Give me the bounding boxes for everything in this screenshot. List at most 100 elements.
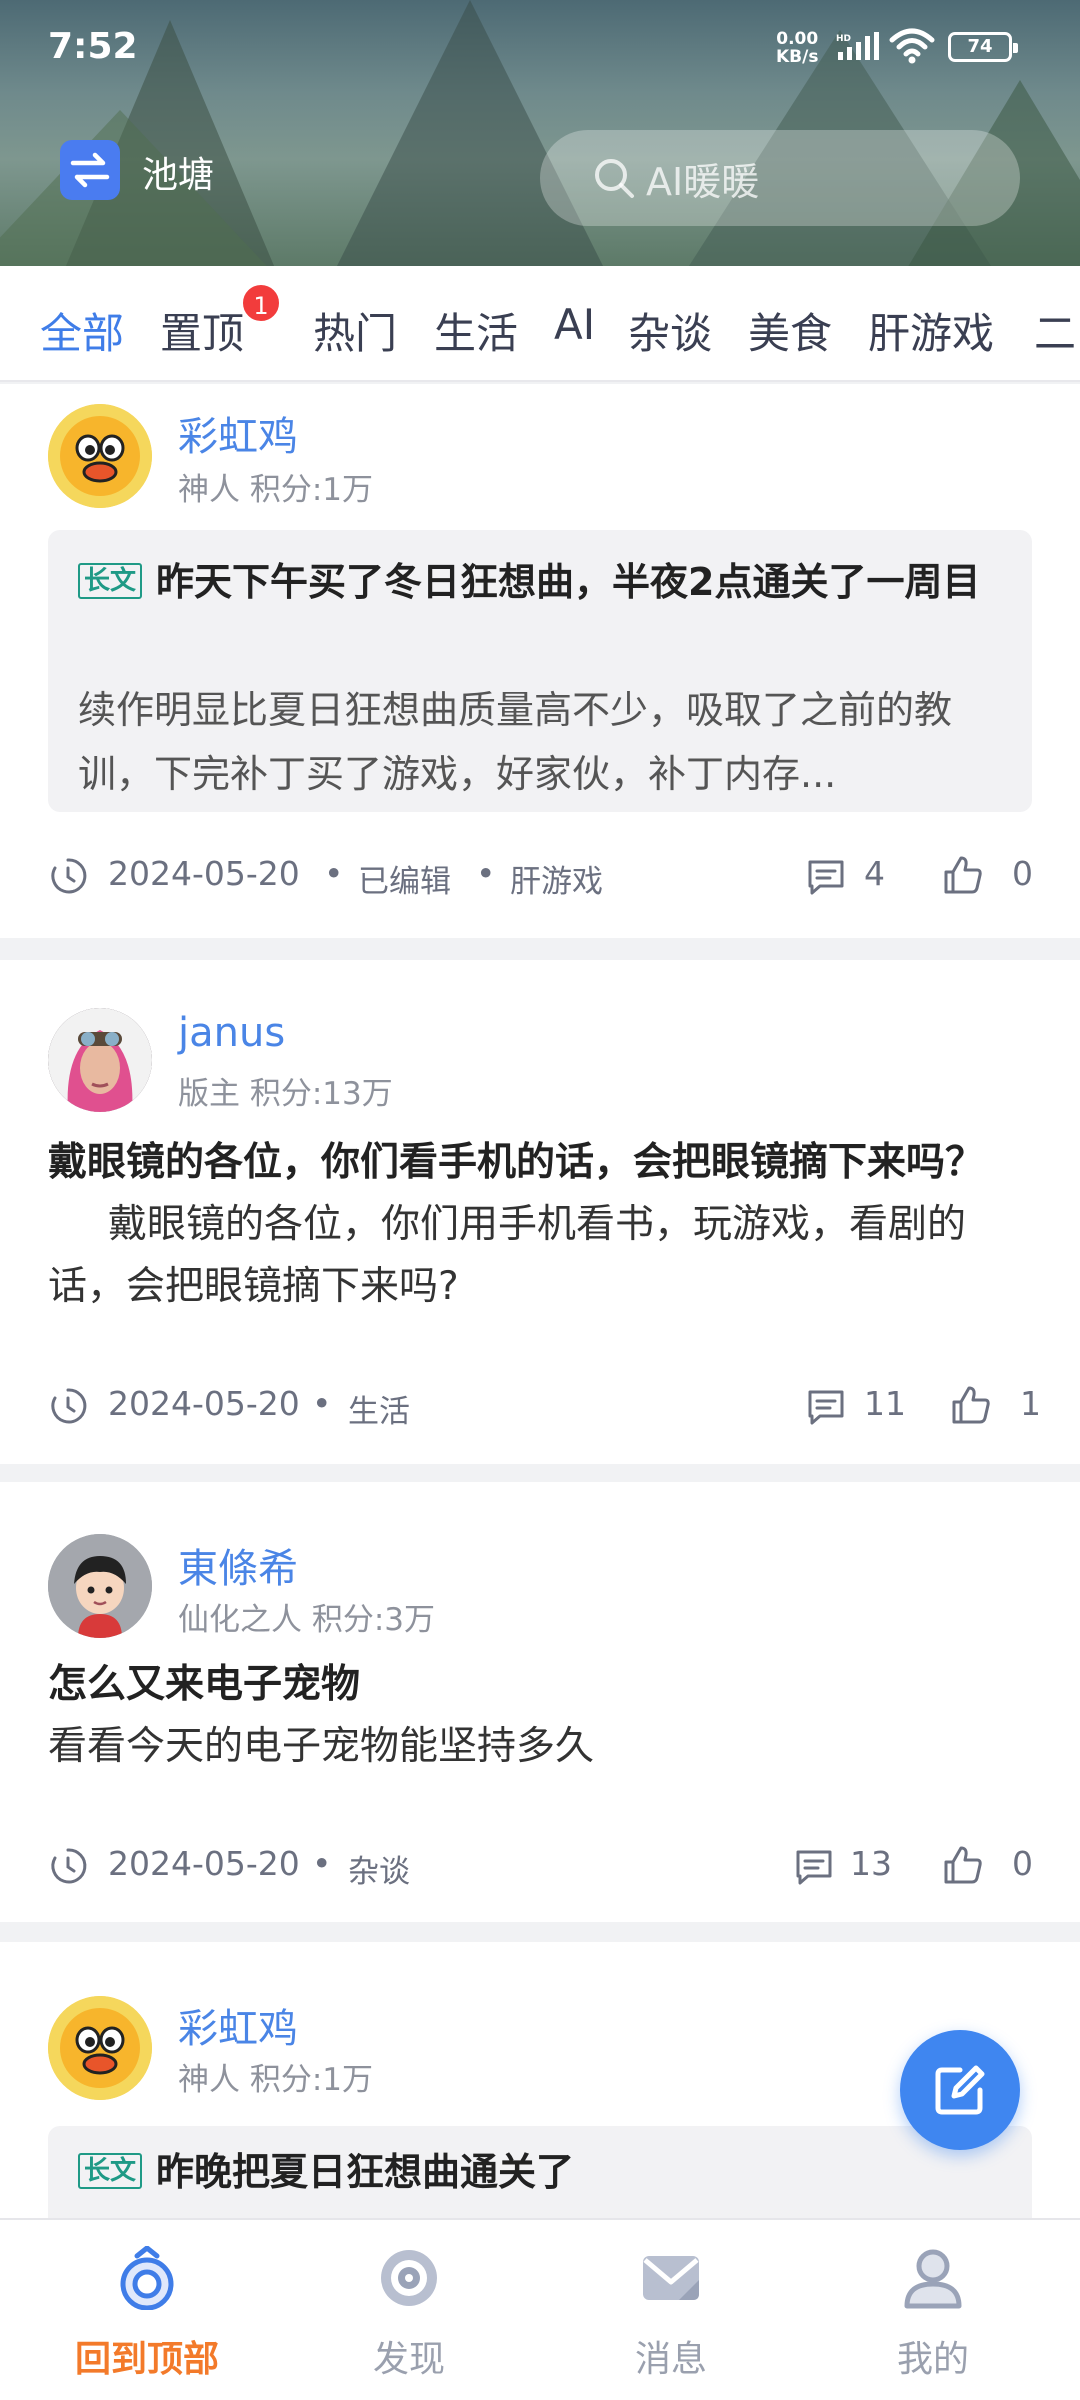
edit-icon	[935, 2065, 985, 2115]
nav-messages[interactable]: 消息	[536, 2220, 806, 2400]
post-title-text: 昨晚把夏日狂想曲通关了	[156, 2150, 575, 2194]
post-footer: 2024-05-20 • 生活 11 1	[48, 1380, 1041, 1432]
app-screen: 7:52 0.00 KB/s HD 74 池塘 AI暖暖 全部 置顶 1 热门 …	[0, 0, 1080, 2400]
search-icon	[595, 159, 634, 198]
post-card[interactable]: 東條希 仙化之人 积分:3万 怎么又来电子宠物 看看今天的电子宠物能坚持多久 2…	[0, 1482, 1080, 1922]
character-avatar-icon	[48, 1008, 152, 1112]
chick-avatar-icon	[48, 404, 152, 508]
post-date: 2024-05-20	[108, 1384, 300, 1423]
comment-count: 11	[864, 1384, 906, 1423]
network-speed: 0.00 KB/s	[776, 30, 818, 66]
comment-count: 4	[864, 854, 885, 893]
post-excerpt[interactable]: 看看今天的电子宠物能坚持多久	[48, 1716, 1032, 1778]
nav-profile[interactable]: 我的	[798, 2220, 1068, 2400]
nav-label: 我的	[896, 2339, 969, 2380]
tab-games[interactable]: 肝游戏	[868, 300, 994, 361]
wifi-icon	[889, 28, 935, 64]
separator-dot: •	[476, 854, 496, 893]
battery-indicator: 74	[948, 32, 1018, 62]
post-footer: 2024-05-20 • 已编辑 • 肝游戏 4 0	[48, 850, 1033, 902]
author-meta: 仙化之人 积分:3万	[178, 1602, 436, 1638]
like-icon[interactable]	[950, 1384, 992, 1426]
author-name[interactable]: 彩虹鸡	[178, 404, 298, 462]
like-icon[interactable]	[942, 1844, 984, 1886]
avatar[interactable]	[48, 1534, 152, 1638]
post-card[interactable]: janus 版主 积分:13万 戴眼镜的各位，你们看手机的话，会把眼镜摘下来吗？…	[0, 960, 1080, 1464]
tab-life[interactable]: 生活	[434, 300, 518, 361]
tab-ai[interactable]: AI	[554, 300, 595, 349]
author-name[interactable]: 彩虹鸡	[178, 1996, 298, 2054]
switch-board-button[interactable]	[60, 140, 120, 200]
like-count: 1	[1020, 1384, 1041, 1423]
pinned-badge: 1	[240, 282, 282, 324]
profile-icon	[904, 2249, 962, 2309]
back-to-top-icon	[120, 2246, 174, 2310]
new-post-button[interactable]	[900, 2030, 1020, 2150]
post-card[interactable]: 彩虹鸡 神人 积分:1万 长文 昨天下午买了冬日狂想曲，半夜2点通关了一周目 续作…	[0, 384, 1080, 938]
post-footer: 2024-05-20 • 杂谈 13 0	[48, 1840, 1033, 1892]
nav-label: 消息	[634, 2339, 707, 2380]
tab-hot[interactable]: 热门	[313, 300, 397, 361]
comment-icon[interactable]	[806, 858, 846, 896]
tab-chat[interactable]: 杂谈	[628, 300, 712, 361]
post-title: 戴眼镜的各位，你们看手机的话，会把眼镜摘下来吗？	[48, 1140, 985, 1185]
post-category[interactable]: 肝游戏	[510, 856, 603, 901]
avatar[interactable]	[48, 1008, 152, 1112]
message-icon	[643, 2256, 699, 2300]
swap-icon	[70, 152, 110, 188]
author-meta: 神人 积分:1万	[178, 2062, 374, 2098]
clock-icon	[51, 1848, 87, 1884]
net-speed-unit: KB/s	[776, 47, 819, 67]
clock-icon	[51, 858, 87, 894]
post-date: 2024-05-20	[108, 1844, 300, 1883]
status-time: 7:52	[48, 26, 138, 67]
avatar[interactable]	[48, 1996, 152, 2100]
cartoon-boy-avatar-icon	[48, 1534, 152, 1638]
comment-icon[interactable]	[794, 1848, 834, 1886]
comment-count: 13	[850, 1844, 892, 1883]
header-banner: 7:52 0.00 KB/s HD 74 池塘 AI暖暖	[0, 0, 1080, 266]
tab-pinned[interactable]: 置顶	[160, 300, 244, 361]
status-bar: 7:52 0.00 KB/s HD 74	[0, 0, 1080, 96]
board-name[interactable]: 池塘	[142, 146, 214, 198]
comment-icon[interactable]	[806, 1388, 846, 1426]
nav-label: 发现	[372, 2339, 445, 2380]
long-post-tag: 长文	[78, 2153, 143, 2189]
nav-back-to-top[interactable]: 回到顶部	[12, 2220, 282, 2400]
post-preview[interactable]: 长文 昨天下午买了冬日狂想曲，半夜2点通关了一周目 续作明显比夏日狂想曲质量高不少…	[48, 530, 1032, 812]
post-category[interactable]: 生活	[348, 1386, 410, 1431]
like-count: 0	[1012, 1844, 1033, 1883]
post-title-text: 昨天下午买了冬日狂想曲，半夜2点通关了一周目	[156, 560, 981, 604]
post-content[interactable]: 戴眼镜的各位，你们看手机的话，会把眼镜摘下来吗？ 戴眼镜的各位，你们用手机看书，玩…	[48, 1132, 1032, 1318]
nav-discover[interactable]: 发现	[274, 2220, 544, 2400]
net-speed-value: 0.00	[776, 29, 819, 49]
author-meta: 神人 积分:1万	[178, 472, 374, 508]
long-post-tag: 长文	[78, 563, 143, 599]
author-name[interactable]: janus	[178, 1010, 285, 1056]
discover-icon	[381, 2250, 437, 2306]
like-icon[interactable]	[942, 854, 984, 896]
like-count: 0	[1012, 854, 1033, 893]
author-meta: 版主 积分:13万	[178, 1076, 393, 1112]
post-excerpt: 戴眼镜的各位，你们用手机看书，玩游戏，看剧的话，会把眼镜摘下来吗?	[48, 1202, 967, 1309]
author-name[interactable]: 東條希	[178, 1536, 298, 1594]
chick-avatar-icon	[48, 1996, 152, 2100]
category-tabs: 全部 置顶 1 热门 生活 AI 杂谈 美食 肝游戏 二	[0, 266, 1080, 382]
search-bar[interactable]: AI暖暖	[540, 130, 1020, 226]
post-category[interactable]: 杂谈	[348, 1846, 410, 1891]
clock-icon	[51, 1388, 87, 1424]
search-placeholder: AI暖暖	[646, 159, 760, 204]
post-title[interactable]: 怎么又来电子宠物	[48, 1654, 1032, 1716]
edited-label: 已编辑	[358, 864, 451, 900]
post-title: 长文 昨晚把夏日狂想曲通关了	[78, 2140, 1008, 2204]
separator-dot: •	[312, 1844, 332, 1883]
tab-more[interactable]: 二	[1034, 300, 1076, 361]
avatar[interactable]	[48, 404, 152, 508]
signal-icon: HD	[836, 32, 879, 60]
tab-food[interactable]: 美食	[748, 300, 832, 361]
tab-all[interactable]: 全部	[40, 300, 124, 361]
nav-label: 回到顶部	[74, 2339, 219, 2380]
post-excerpt: 续作明显比夏日狂想曲质量高不少，吸取了之前的教训，下完补丁买了游戏，好家伙，补丁…	[78, 688, 953, 796]
separator-dot: •	[324, 854, 344, 893]
separator-dot: •	[312, 1384, 332, 1423]
